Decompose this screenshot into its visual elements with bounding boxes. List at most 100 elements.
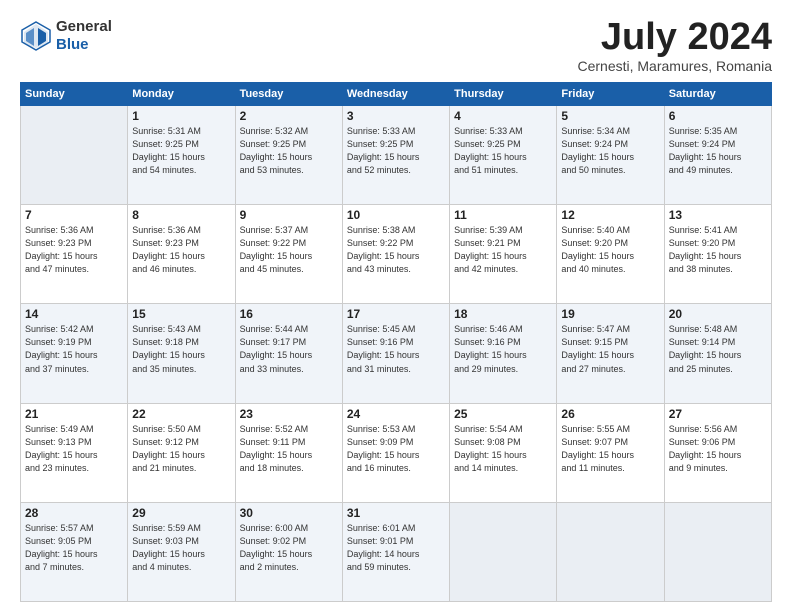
col-thursday: Thursday [450,83,557,106]
table-row: 8Sunrise: 5:36 AM Sunset: 9:23 PM Daylig… [128,205,235,304]
day-number: 10 [347,208,445,222]
col-saturday: Saturday [664,83,771,106]
day-number: 25 [454,407,552,421]
col-monday: Monday [128,83,235,106]
day-info: Sunrise: 5:59 AM Sunset: 9:03 PM Dayligh… [132,522,230,574]
day-number: 19 [561,307,659,321]
calendar-week-4: 21 Sunrise: 5:49 AM Sunset: 9:13 PM Dayli… [21,403,772,502]
day-info: Sunrise: 5:42 AM Sunset: 9:19 PM Dayligh… [25,323,123,375]
page: General Blue July 2024 Cernesti, Maramur… [0,0,792,612]
day-info: Sunrise: 5:49 AM Sunset: 9:13 PM Dayligh… [25,423,123,475]
day-info: Sunrise: 5:53 AM Sunset: 9:09 PM Dayligh… [347,423,445,475]
day-number: 4 [454,109,552,123]
day-info: Sunrise: 5:44 AM Sunset: 9:17 PM Dayligh… [240,323,338,375]
table-row: 9 Sunrise: 5:37 AM Sunset: 9:22 PM Daylig… [235,205,342,304]
table-row: 29 Sunrise: 5:59 AM Sunset: 9:03 PM Dayli… [128,502,235,601]
day-number: 17 [347,307,445,321]
day-info: Sunrise: 5:45 AM Sunset: 9:16 PM Dayligh… [347,323,445,375]
day-number: 29 [132,506,230,520]
day-number: 24 [347,407,445,421]
calendar-week-2: 7 Sunrise: 5:36 AM Sunset: 9:23 PM Daylig… [21,205,772,304]
table-row: 13 Sunrise: 5:41 AM Sunset: 9:20 PM Dayli… [664,205,771,304]
table-row: 27Sunrise: 5:56 AM Sunset: 9:06 PM Dayli… [664,403,771,502]
day-number: 13 [669,208,767,222]
table-row: 16 Sunrise: 5:44 AM Sunset: 9:17 PM Dayli… [235,304,342,403]
day-info: Sunrise: 5:47 AM Sunset: 9:15 PM Dayligh… [561,323,659,375]
calendar-header-row: Sunday Monday Tuesday Wednesday Thursday… [21,83,772,106]
table-row: 31Sunrise: 6:01 AM Sunset: 9:01 PM Dayli… [342,502,449,601]
table-row: 1 Sunrise: 5:31 AM Sunset: 9:25 PM Daylig… [128,106,235,205]
header: General Blue July 2024 Cernesti, Maramur… [20,18,772,74]
day-info: Sunrise: 5:50 AM Sunset: 9:12 PM Dayligh… [132,423,230,475]
logo-blue: Blue [56,36,89,53]
table-row: 26 Sunrise: 5:55 AM Sunset: 9:07 PM Dayli… [557,403,664,502]
day-info: Sunrise: 5:40 AM Sunset: 9:20 PM Dayligh… [561,224,659,276]
day-number: 3 [347,109,445,123]
day-info: Sunrise: 5:52 AM Sunset: 9:11 PM Dayligh… [240,423,338,475]
table-row: 21 Sunrise: 5:49 AM Sunset: 9:13 PM Dayli… [21,403,128,502]
day-info: Sunrise: 5:41 AM Sunset: 9:20 PM Dayligh… [669,224,767,276]
table-row: 30Sunrise: 6:00 AM Sunset: 9:02 PM Dayli… [235,502,342,601]
day-info: Sunrise: 5:39 AM Sunset: 9:21 PM Dayligh… [454,224,552,276]
calendar-week-5: 28 Sunrise: 5:57 AM Sunset: 9:05 PM Dayli… [21,502,772,601]
table-row: 14 Sunrise: 5:42 AM Sunset: 9:19 PM Dayli… [21,304,128,403]
day-number: 27 [669,407,767,421]
day-number: 30 [240,506,338,520]
day-number: 21 [25,407,123,421]
col-sunday: Sunday [21,83,128,106]
day-number: 14 [25,307,123,321]
logo-icon [20,20,52,52]
table-row: 5Sunrise: 5:34 AM Sunset: 9:24 PM Daylig… [557,106,664,205]
col-tuesday: Tuesday [235,83,342,106]
table-row: 25 Sunrise: 5:54 AM Sunset: 9:08 PM Dayli… [450,403,557,502]
table-row: 23Sunrise: 5:52 AM Sunset: 9:11 PM Dayli… [235,403,342,502]
day-number: 1 [132,109,230,123]
calendar-table: Sunday Monday Tuesday Wednesday Thursday… [20,82,772,602]
table-row: 18Sunrise: 5:46 AM Sunset: 9:16 PM Dayli… [450,304,557,403]
day-number: 26 [561,407,659,421]
title-area: July 2024 Cernesti, Maramures, Romania [577,18,772,74]
table-row: 2Sunrise: 5:32 AM Sunset: 9:25 PM Daylig… [235,106,342,205]
table-row: 10Sunrise: 5:38 AM Sunset: 9:22 PM Dayli… [342,205,449,304]
day-number: 20 [669,307,767,321]
table-row: 28 Sunrise: 5:57 AM Sunset: 9:05 PM Dayli… [21,502,128,601]
day-info: Sunrise: 5:31 AM Sunset: 9:25 PM Dayligh… [132,125,230,177]
location: Cernesti, Maramures, Romania [577,58,772,74]
table-row: 19 Sunrise: 5:47 AM Sunset: 9:15 PM Dayli… [557,304,664,403]
table-row: 11 Sunrise: 5:39 AM Sunset: 9:21 PM Dayli… [450,205,557,304]
logo-text: General Blue [56,18,112,54]
table-row: 15Sunrise: 5:43 AM Sunset: 9:18 PM Dayli… [128,304,235,403]
day-number: 5 [561,109,659,123]
col-wednesday: Wednesday [342,83,449,106]
table-row: 4 Sunrise: 5:33 AM Sunset: 9:25 PM Daylig… [450,106,557,205]
table-row: 3 Sunrise: 5:33 AM Sunset: 9:25 PM Daylig… [342,106,449,205]
table-row [557,502,664,601]
day-number: 12 [561,208,659,222]
day-info: Sunrise: 5:48 AM Sunset: 9:14 PM Dayligh… [669,323,767,375]
day-info: Sunrise: 5:57 AM Sunset: 9:05 PM Dayligh… [25,522,123,574]
day-number: 7 [25,208,123,222]
table-row: 20 Sunrise: 5:48 AM Sunset: 9:14 PM Dayli… [664,304,771,403]
day-info: Sunrise: 5:36 AM Sunset: 9:23 PM Dayligh… [25,224,123,276]
day-info: Sunrise: 5:33 AM Sunset: 9:25 PM Dayligh… [454,125,552,177]
day-info: Sunrise: 5:55 AM Sunset: 9:07 PM Dayligh… [561,423,659,475]
day-info: Sunrise: 5:37 AM Sunset: 9:22 PM Dayligh… [240,224,338,276]
day-number: 11 [454,208,552,222]
calendar-week-1: 1 Sunrise: 5:31 AM Sunset: 9:25 PM Daylig… [21,106,772,205]
month-title: July 2024 [577,18,772,56]
table-row [664,502,771,601]
day-info: Sunrise: 5:54 AM Sunset: 9:08 PM Dayligh… [454,423,552,475]
table-row [21,106,128,205]
table-row: 6Sunrise: 5:35 AM Sunset: 9:24 PM Daylig… [664,106,771,205]
day-number: 31 [347,506,445,520]
table-row [450,502,557,601]
day-number: 28 [25,506,123,520]
day-info: Sunrise: 5:33 AM Sunset: 9:25 PM Dayligh… [347,125,445,177]
day-number: 8 [132,208,230,222]
day-info: Sunrise: 5:32 AM Sunset: 9:25 PM Dayligh… [240,125,338,177]
day-number: 9 [240,208,338,222]
calendar-week-3: 14 Sunrise: 5:42 AM Sunset: 9:19 PM Dayli… [21,304,772,403]
day-number: 16 [240,307,338,321]
day-info: Sunrise: 5:46 AM Sunset: 9:16 PM Dayligh… [454,323,552,375]
table-row: 7 Sunrise: 5:36 AM Sunset: 9:23 PM Daylig… [21,205,128,304]
